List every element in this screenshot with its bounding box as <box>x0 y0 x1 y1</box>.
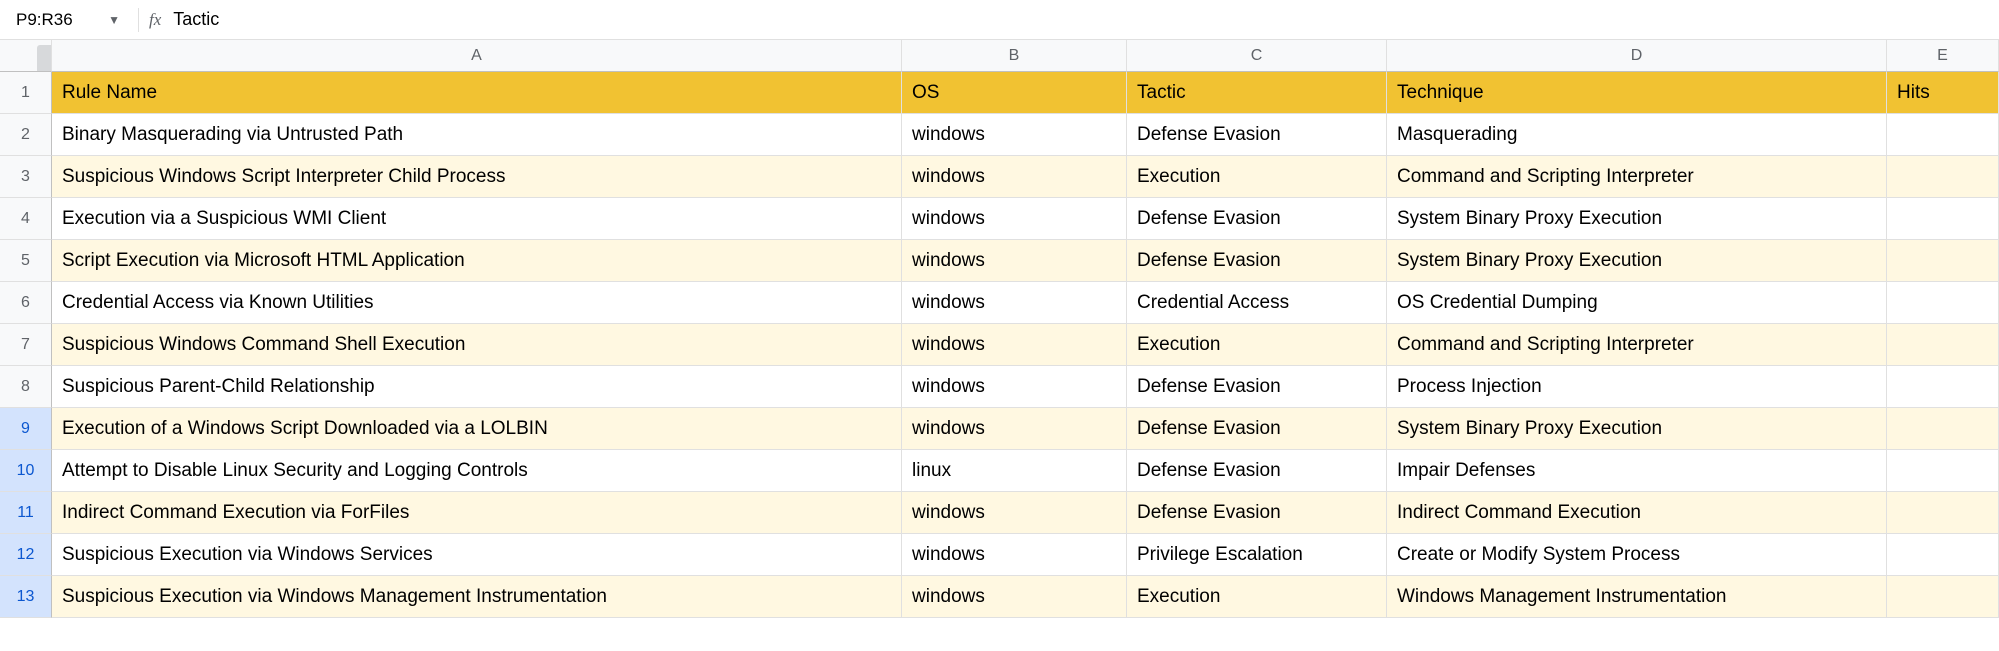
cell-C7[interactable]: Execution <box>1127 324 1387 366</box>
cell-B11[interactable]: windows <box>902 492 1127 534</box>
formula-input[interactable] <box>173 9 1991 30</box>
row-header-8[interactable]: 8 <box>0 366 52 408</box>
cell-D2[interactable]: Masquerading <box>1387 114 1887 156</box>
col-header-E[interactable]: E <box>1887 40 1999 72</box>
cell-A2[interactable]: Binary Masquerading via Untrusted Path <box>52 114 902 156</box>
row-header-11[interactable]: 11 <box>0 492 52 534</box>
cell-B1[interactable]: OS <box>902 72 1127 114</box>
row-header-9[interactable]: 9 <box>0 408 52 450</box>
cell-B5[interactable]: windows <box>902 240 1127 282</box>
cell-A3[interactable]: Suspicious Windows Script Interpreter Ch… <box>52 156 902 198</box>
row-header-1[interactable]: 1 <box>0 72 52 114</box>
row-header-12[interactable]: 12 <box>0 534 52 576</box>
col-header-A[interactable]: A <box>52 40 902 72</box>
cell-D1[interactable]: Technique <box>1387 72 1887 114</box>
cell-B3[interactable]: windows <box>902 156 1127 198</box>
col-header-B[interactable]: B <box>902 40 1127 72</box>
row-header-5[interactable]: 5 <box>0 240 52 282</box>
cell-C3[interactable]: Execution <box>1127 156 1387 198</box>
cell-C2[interactable]: Defense Evasion <box>1127 114 1387 156</box>
cell-D3[interactable]: Command and Scripting Interpreter <box>1387 156 1887 198</box>
cell-B10[interactable]: linux <box>902 450 1127 492</box>
cell-B2[interactable]: windows <box>902 114 1127 156</box>
name-box[interactable]: P9:R36 ▼ <box>8 6 128 34</box>
cell-C1[interactable]: Tactic <box>1127 72 1387 114</box>
cell-A1[interactable]: Rule Name <box>52 72 902 114</box>
select-all-corner[interactable] <box>0 40 52 72</box>
cell-D8[interactable]: Process Injection <box>1387 366 1887 408</box>
cell-D6[interactable]: OS Credential Dumping <box>1387 282 1887 324</box>
cell-D13[interactable]: Windows Management Instrumentation <box>1387 576 1887 618</box>
cell-C5[interactable]: Defense Evasion <box>1127 240 1387 282</box>
cell-C6[interactable]: Credential Access <box>1127 282 1387 324</box>
cell-E5[interactable] <box>1887 240 1999 282</box>
cell-D7[interactable]: Command and Scripting Interpreter <box>1387 324 1887 366</box>
cell-D11[interactable]: Indirect Command Execution <box>1387 492 1887 534</box>
cell-C12[interactable]: Privilege Escalation <box>1127 534 1387 576</box>
cell-E9[interactable] <box>1887 408 1999 450</box>
cell-A13[interactable]: Suspicious Execution via Windows Managem… <box>52 576 902 618</box>
cell-C4[interactable]: Defense Evasion <box>1127 198 1387 240</box>
cell-D5[interactable]: System Binary Proxy Execution <box>1387 240 1887 282</box>
cell-A9[interactable]: Execution of a Windows Script Downloaded… <box>52 408 902 450</box>
row-header-13[interactable]: 13 <box>0 576 52 618</box>
row-header-7[interactable]: 7 <box>0 324 52 366</box>
cell-E2[interactable] <box>1887 114 1999 156</box>
cell-A7[interactable]: Suspicious Windows Command Shell Executi… <box>52 324 902 366</box>
cell-D9[interactable]: System Binary Proxy Execution <box>1387 408 1887 450</box>
cell-E13[interactable] <box>1887 576 1999 618</box>
row-header-3[interactable]: 3 <box>0 156 52 198</box>
cell-A11[interactable]: Indirect Command Execution via ForFiles <box>52 492 902 534</box>
row-header-6[interactable]: 6 <box>0 282 52 324</box>
col-header-C[interactable]: C <box>1127 40 1387 72</box>
row-header-10[interactable]: 10 <box>0 450 52 492</box>
cell-C13[interactable]: Execution <box>1127 576 1387 618</box>
fx-label: fx <box>149 10 161 30</box>
cell-A5[interactable]: Script Execution via Microsoft HTML Appl… <box>52 240 902 282</box>
cell-C9[interactable]: Defense Evasion <box>1127 408 1387 450</box>
cell-E11[interactable] <box>1887 492 1999 534</box>
cell-D10[interactable]: Impair Defenses <box>1387 450 1887 492</box>
cell-E3[interactable] <box>1887 156 1999 198</box>
cell-E6[interactable] <box>1887 282 1999 324</box>
name-box-value: P9:R36 <box>16 10 73 30</box>
cell-D12[interactable]: Create or Modify System Process <box>1387 534 1887 576</box>
cell-A4[interactable]: Execution via a Suspicious WMI Client <box>52 198 902 240</box>
cell-B13[interactable]: windows <box>902 576 1127 618</box>
cell-E8[interactable] <box>1887 366 1999 408</box>
cell-E7[interactable] <box>1887 324 1999 366</box>
cell-A8[interactable]: Suspicious Parent-Child Relationship <box>52 366 902 408</box>
cell-E4[interactable] <box>1887 198 1999 240</box>
cell-C11[interactable]: Defense Evasion <box>1127 492 1387 534</box>
formula-bar: P9:R36 ▼ fx <box>0 0 1999 40</box>
cell-B7[interactable]: windows <box>902 324 1127 366</box>
divider <box>138 8 139 32</box>
cell-B9[interactable]: windows <box>902 408 1127 450</box>
row-header-2[interactable]: 2 <box>0 114 52 156</box>
spreadsheet-grid: A B C D E 1 Rule Name OS Tactic Techniqu… <box>0 40 1999 618</box>
cell-B8[interactable]: windows <box>902 366 1127 408</box>
cell-A6[interactable]: Credential Access via Known Utilities <box>52 282 902 324</box>
row-header-4[interactable]: 4 <box>0 198 52 240</box>
cell-B4[interactable]: windows <box>902 198 1127 240</box>
col-header-D[interactable]: D <box>1387 40 1887 72</box>
cell-B6[interactable]: windows <box>902 282 1127 324</box>
cell-E12[interactable] <box>1887 534 1999 576</box>
chevron-down-icon[interactable]: ▼ <box>108 13 120 27</box>
cell-A10[interactable]: Attempt to Disable Linux Security and Lo… <box>52 450 902 492</box>
cell-A12[interactable]: Suspicious Execution via Windows Service… <box>52 534 902 576</box>
cell-B12[interactable]: windows <box>902 534 1127 576</box>
cell-E1[interactable]: Hits <box>1887 72 1999 114</box>
cell-E10[interactable] <box>1887 450 1999 492</box>
cell-C10[interactable]: Defense Evasion <box>1127 450 1387 492</box>
cell-C8[interactable]: Defense Evasion <box>1127 366 1387 408</box>
cell-D4[interactable]: System Binary Proxy Execution <box>1387 198 1887 240</box>
